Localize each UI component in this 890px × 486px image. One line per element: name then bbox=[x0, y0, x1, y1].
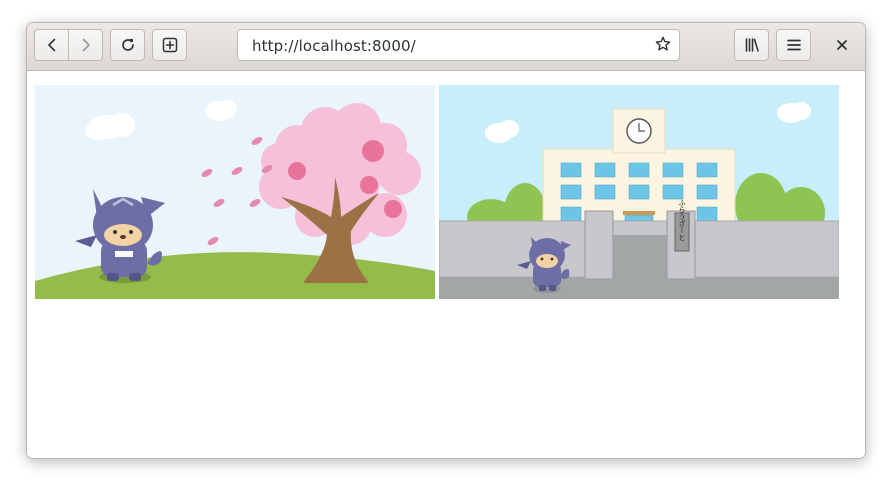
library-icon bbox=[745, 38, 759, 52]
page-content: ふらうざーと bbox=[27, 71, 865, 458]
star-icon bbox=[655, 36, 671, 51]
forward-button[interactable] bbox=[68, 29, 103, 61]
school-ninja-image: ふらうざーと bbox=[439, 85, 839, 299]
new-tab-icon bbox=[162, 37, 177, 53]
url-text[interactable]: http://localhost:8000/ bbox=[252, 37, 416, 55]
school-gate-sign: ふらうざーと bbox=[678, 199, 686, 241]
reload-button[interactable] bbox=[110, 29, 145, 61]
browser-toolbar: http://localhost:8000/ bbox=[27, 23, 865, 71]
library-button[interactable] bbox=[734, 29, 769, 61]
chevron-right-icon bbox=[82, 38, 90, 52]
close-window-button[interactable] bbox=[827, 29, 857, 61]
reload-icon bbox=[121, 39, 134, 51]
back-button[interactable] bbox=[34, 29, 69, 61]
close-icon bbox=[837, 40, 847, 50]
cherry-blossom-ninja-image bbox=[35, 85, 435, 299]
url-bar[interactable]: http://localhost:8000/ bbox=[237, 29, 680, 61]
chevron-left-icon bbox=[47, 38, 55, 52]
menu-button[interactable] bbox=[776, 29, 811, 61]
new-tab-button[interactable] bbox=[152, 29, 187, 61]
browser-window: http://localhost:8000/ ふらうざーと bbox=[26, 22, 866, 459]
hamburger-menu-icon bbox=[786, 39, 801, 51]
bookmark-star-button[interactable] bbox=[655, 36, 671, 56]
